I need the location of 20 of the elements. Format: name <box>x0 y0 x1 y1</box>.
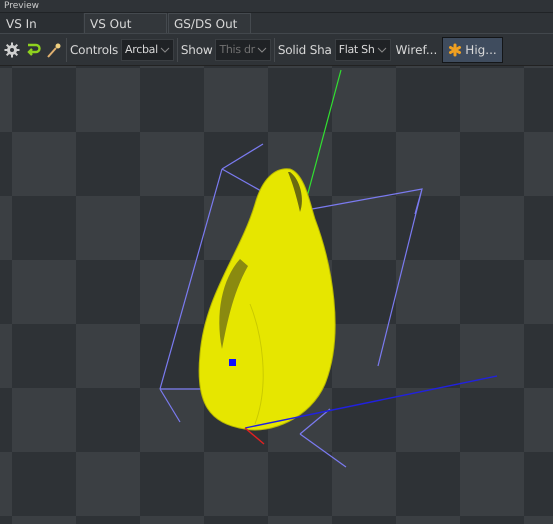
highlight-toggle[interactable]: Hig... <box>442 36 503 62</box>
chevron-down-icon <box>376 46 386 52</box>
tab[interactable]: VS Out <box>84 13 167 33</box>
tab[interactable]: GS/DS Out <box>168 13 251 33</box>
loop-arrow-icon[interactable] <box>25 42 41 58</box>
asterisk-icon <box>448 42 462 56</box>
controls-dropdown[interactable]: Arcbal <box>121 38 174 60</box>
solid-shading-label: Solid Sha <box>278 42 332 56</box>
panel-title: Preview <box>4 1 40 11</box>
pivot-marker <box>229 359 236 366</box>
gear-icon[interactable] <box>4 42 20 58</box>
viewport-canvas[interactable] <box>0 66 553 524</box>
magic-wand-icon[interactable] <box>46 42 62 58</box>
chevron-down-icon <box>160 46 170 52</box>
show-label: Show <box>180 42 212 56</box>
wireframe-button[interactable]: Wiref... <box>394 42 440 56</box>
solid-shading-dropdown[interactable]: Flat Sh <box>334 38 390 60</box>
controls-label: Controls <box>70 42 118 56</box>
chevron-down-icon <box>256 46 267 52</box>
tab[interactable]: VS In <box>0 13 83 33</box>
